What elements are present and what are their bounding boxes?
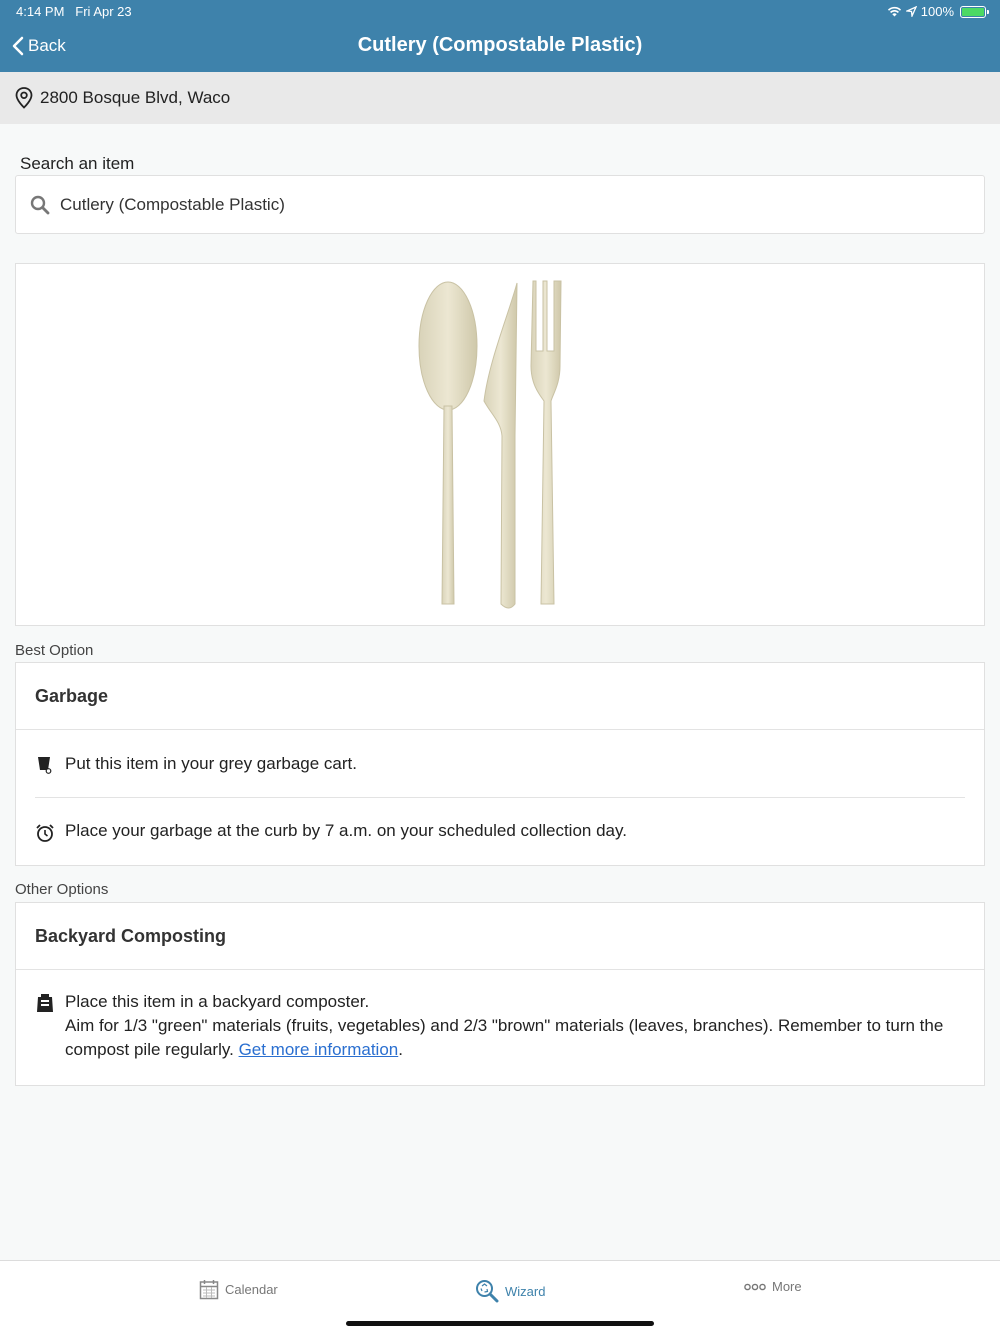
best-option-row-text: Place your garbage at the curb by 7 a.m.… bbox=[65, 821, 627, 840]
other-option-line2: Aim for 1/3 "green" materials (fruits, v… bbox=[65, 1016, 944, 1059]
battery-icon bbox=[960, 5, 989, 18]
calendar-icon bbox=[199, 1280, 219, 1300]
home-indicator bbox=[346, 1321, 654, 1326]
tab-more[interactable]: More bbox=[744, 1279, 802, 1294]
status-time: 4:14 PM Fri Apr 23 bbox=[16, 4, 132, 19]
status-right: 100% bbox=[887, 4, 989, 19]
wifi-icon bbox=[887, 6, 901, 17]
other-options-card: Backyard Composting Place this item in a… bbox=[15, 902, 985, 1086]
tab-calendar[interactable]: Calendar bbox=[199, 1279, 278, 1300]
tab-calendar-label: Calendar bbox=[225, 1282, 278, 1297]
compost-bin-icon bbox=[37, 994, 53, 1012]
alarm-clock-icon bbox=[36, 823, 54, 842]
tab-wizard[interactable]: Wizard bbox=[475, 1279, 545, 1303]
more-dots-icon bbox=[744, 1283, 766, 1290]
address-text: 2800 Bosque Blvd, Waco bbox=[40, 88, 231, 107]
search-box[interactable] bbox=[15, 175, 985, 234]
cutlery-image bbox=[418, 280, 562, 609]
battery-percent: 100% bbox=[920, 4, 954, 19]
page-title: Cutlery (Compostable Plastic) bbox=[357, 34, 643, 56]
nav-bar: Back Cutlery (Compostable Plastic) bbox=[0, 24, 1000, 72]
search-label: Search an item bbox=[20, 154, 135, 173]
search-input[interactable] bbox=[60, 194, 940, 215]
other-option-title: Backyard Composting bbox=[16, 903, 984, 970]
tab-more-label: More bbox=[772, 1279, 802, 1294]
tab-wizard-label: Wizard bbox=[505, 1283, 546, 1299]
other-option-row: Place this item in a backyard composter.… bbox=[16, 970, 984, 1062]
best-option-label: Best Option bbox=[15, 642, 94, 659]
battery-fill bbox=[962, 7, 984, 16]
location-pin-icon bbox=[15, 87, 33, 109]
best-option-card: Garbage Put this item in your grey garba… bbox=[15, 662, 985, 866]
search-icon bbox=[30, 195, 50, 214]
location-arrow-icon bbox=[905, 6, 917, 17]
best-option-row-text: Put this item in your grey garbage cart. bbox=[65, 753, 357, 773]
more-info-link[interactable]: Get more information bbox=[239, 1040, 399, 1059]
other-option-text: Place this item in a backyard composter.… bbox=[65, 990, 965, 1062]
address-bar[interactable]: 2800 Bosque Blvd, Waco bbox=[0, 72, 1000, 124]
wizard-search-icon bbox=[476, 1280, 499, 1303]
best-option-row: Put this item in your grey garbage cart. bbox=[16, 730, 984, 797]
other-options-label: Other Options bbox=[15, 881, 109, 898]
item-image-card bbox=[15, 263, 985, 626]
garbage-cart-icon bbox=[38, 757, 52, 774]
other-option-line1: Place this item in a backyard composter. bbox=[65, 992, 370, 1011]
status-bar: 4:14 PM Fri Apr 23 100% bbox=[0, 0, 1000, 24]
best-option-row: Place your garbage at the curb by 7 a.m.… bbox=[16, 798, 984, 864]
best-option-title: Garbage bbox=[16, 663, 984, 730]
